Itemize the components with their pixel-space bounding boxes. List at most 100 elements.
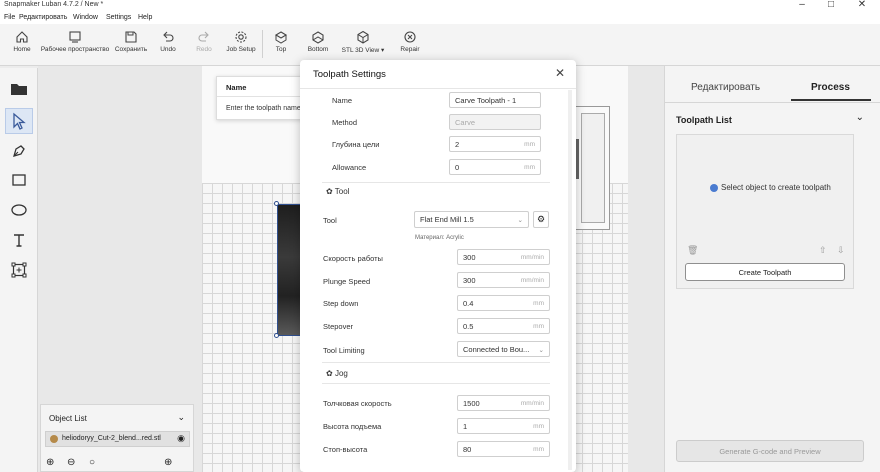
tab-process[interactable]: Process (811, 82, 850, 93)
jog-speed-input[interactable]: 1500 mm/min (457, 395, 550, 411)
job-setup-button[interactable]: Job Setup (224, 30, 258, 53)
save-label: Сохранить (114, 46, 148, 53)
active-tab-indicator (791, 99, 871, 101)
close-window-icon[interactable]: ✕ (850, 0, 874, 10)
stl-view-dropdown[interactable]: STL 3D View ▾ (338, 30, 388, 54)
dialog-title: Toolpath Settings (313, 69, 386, 80)
stop-height-input[interactable]: 80 mm (457, 441, 550, 457)
tool-label: Tool (323, 216, 337, 225)
chevron-down-icon[interactable]: ⌄ (177, 412, 185, 423)
section-divider (322, 182, 550, 183)
save-button[interactable]: Сохранить (113, 30, 149, 53)
cursor-icon (13, 112, 26, 130)
home-button[interactable]: Home (8, 30, 36, 53)
select-tool-button[interactable] (5, 108, 33, 134)
section-divider (322, 383, 550, 384)
plunge-speed-label: Plunge Speed (323, 277, 371, 286)
rectangle-tool-button[interactable] (5, 167, 33, 193)
object-list-title: Object List (49, 414, 87, 423)
jog-speed-label: Толчковая скорость (323, 399, 392, 408)
selection-handle[interactable] (274, 201, 279, 206)
target-depth-input[interactable]: 2 mm (449, 136, 541, 152)
generate-gcode-button[interactable]: Generate G-code and Preview (676, 440, 864, 462)
material-note: Материал: Acrylic (415, 235, 464, 241)
menu-bar: File Редактировать Window Settings Help (0, 12, 880, 24)
folder-icon (11, 84, 27, 95)
tab-edit[interactable]: Редактировать (691, 82, 760, 93)
create-toolpath-button[interactable]: Create Toolpath (685, 263, 845, 281)
window-title: Snapmaker Luban 4.7.2 / New * (4, 1, 104, 8)
name-label: Name (332, 96, 353, 105)
menu-file[interactable]: File (4, 14, 15, 21)
menu-settings[interactable]: Settings (106, 14, 131, 21)
step-down-input[interactable]: 0.4 mm (457, 295, 550, 311)
selection-handle[interactable] (274, 333, 279, 338)
tool-limiting-select[interactable]: Connected to Bou... ⌄ (457, 341, 550, 357)
toolbar-divider (262, 30, 263, 58)
redo-icon (198, 31, 209, 42)
menu-help[interactable]: Help (138, 14, 152, 21)
menu-window[interactable]: Window (73, 14, 98, 21)
model-outline (574, 106, 610, 230)
undo-button[interactable]: Undo (155, 30, 181, 53)
object-list-panel: Object List ⌄ heliodoryy_Cut-2_blend...r… (40, 404, 194, 472)
method-label: Method (332, 118, 358, 127)
lift-height-label: Высота подъема (323, 422, 382, 431)
zoom-fit-icon[interactable]: ⊕ (46, 457, 54, 468)
close-icon[interactable]: ✕ (555, 66, 565, 80)
ellipse-tool-button[interactable] (5, 197, 33, 223)
method-field: Carve (449, 114, 541, 130)
cube-icon (357, 30, 369, 44)
dialog-scrollbar[interactable] (568, 90, 572, 470)
allowance-input[interactable]: 0 mm (449, 159, 541, 175)
home-label: Home (13, 46, 31, 53)
redo-button[interactable]: Redo (191, 30, 217, 53)
chevron-down-icon[interactable]: ⌄ (856, 112, 864, 123)
stepover-input[interactable]: 0.5 mm (457, 318, 550, 334)
text-tool-button[interactable] (5, 227, 33, 253)
undo-icon (163, 31, 174, 42)
eye-icon[interactable]: ◉ (177, 433, 185, 444)
zoom-out-icon[interactable]: ⊖ (67, 457, 75, 468)
zoom-reset-icon[interactable]: ○ (89, 457, 95, 468)
move-up-icon[interactable]: ⇧ (819, 245, 827, 256)
transform-icon (11, 262, 27, 278)
pen-tool-button[interactable] (5, 138, 33, 164)
bottom-view-label: Bottom (307, 46, 329, 53)
section-divider (322, 362, 550, 363)
tool-select[interactable]: Flat End Mill 1.5 ⌄ (414, 211, 529, 228)
tooltip-body: Enter the toolpath name. (226, 105, 303, 112)
allowance-label: Allowance (332, 163, 367, 172)
stl-view-label: STL 3D View (341, 47, 380, 54)
right-panel: Редактировать Process Toolpath List ⌄ Se… (664, 66, 880, 472)
name-input[interactable]: Carve Toolpath - 1 (449, 92, 541, 108)
open-file-button[interactable] (5, 76, 33, 102)
repair-icon (404, 31, 416, 43)
toolpath-list-box: Select object to create toolpath 🗑 ⇧ ⇩ C… (676, 134, 854, 289)
transform-tool-button[interactable] (5, 257, 33, 283)
work-speed-input[interactable]: 300 mm/min (457, 249, 550, 265)
bottom-view-icon (312, 31, 324, 44)
object-name: heliodoryy_Cut-2_blend...red.stl (62, 435, 161, 442)
gear-icon (235, 31, 247, 43)
jog-section: ✿ Jog (326, 369, 348, 378)
repair-button[interactable]: Repair (396, 30, 424, 53)
object-list-item[interactable]: heliodoryy_Cut-2_blend...red.stl ◉ (45, 431, 190, 447)
home-icon (16, 31, 28, 43)
menu-edit[interactable]: Редактировать (19, 14, 67, 21)
minimize-icon[interactable]: – (790, 0, 814, 10)
top-view-button[interactable]: Top (270, 30, 292, 53)
workspace-button[interactable]: Рабочее пространство (40, 30, 110, 53)
lift-height-input[interactable]: 1 mm (457, 418, 550, 434)
zoom-in-icon[interactable]: ⊕ (164, 457, 172, 468)
trash-icon[interactable]: 🗑 (687, 245, 698, 256)
workspace-icon (69, 31, 81, 43)
object-thumbnail (50, 435, 58, 443)
maximize-icon[interactable]: □ (819, 0, 843, 10)
gear-icon: ✿ (326, 369, 335, 378)
plunge-speed-input[interactable]: 300 mm/min (457, 272, 550, 288)
move-down-icon[interactable]: ⇩ (837, 245, 845, 256)
bottom-view-button[interactable]: Bottom (304, 30, 332, 53)
stop-height-label: Стоп-высота (323, 445, 368, 454)
tool-settings-gear-icon[interactable]: ⚙ (533, 211, 549, 228)
